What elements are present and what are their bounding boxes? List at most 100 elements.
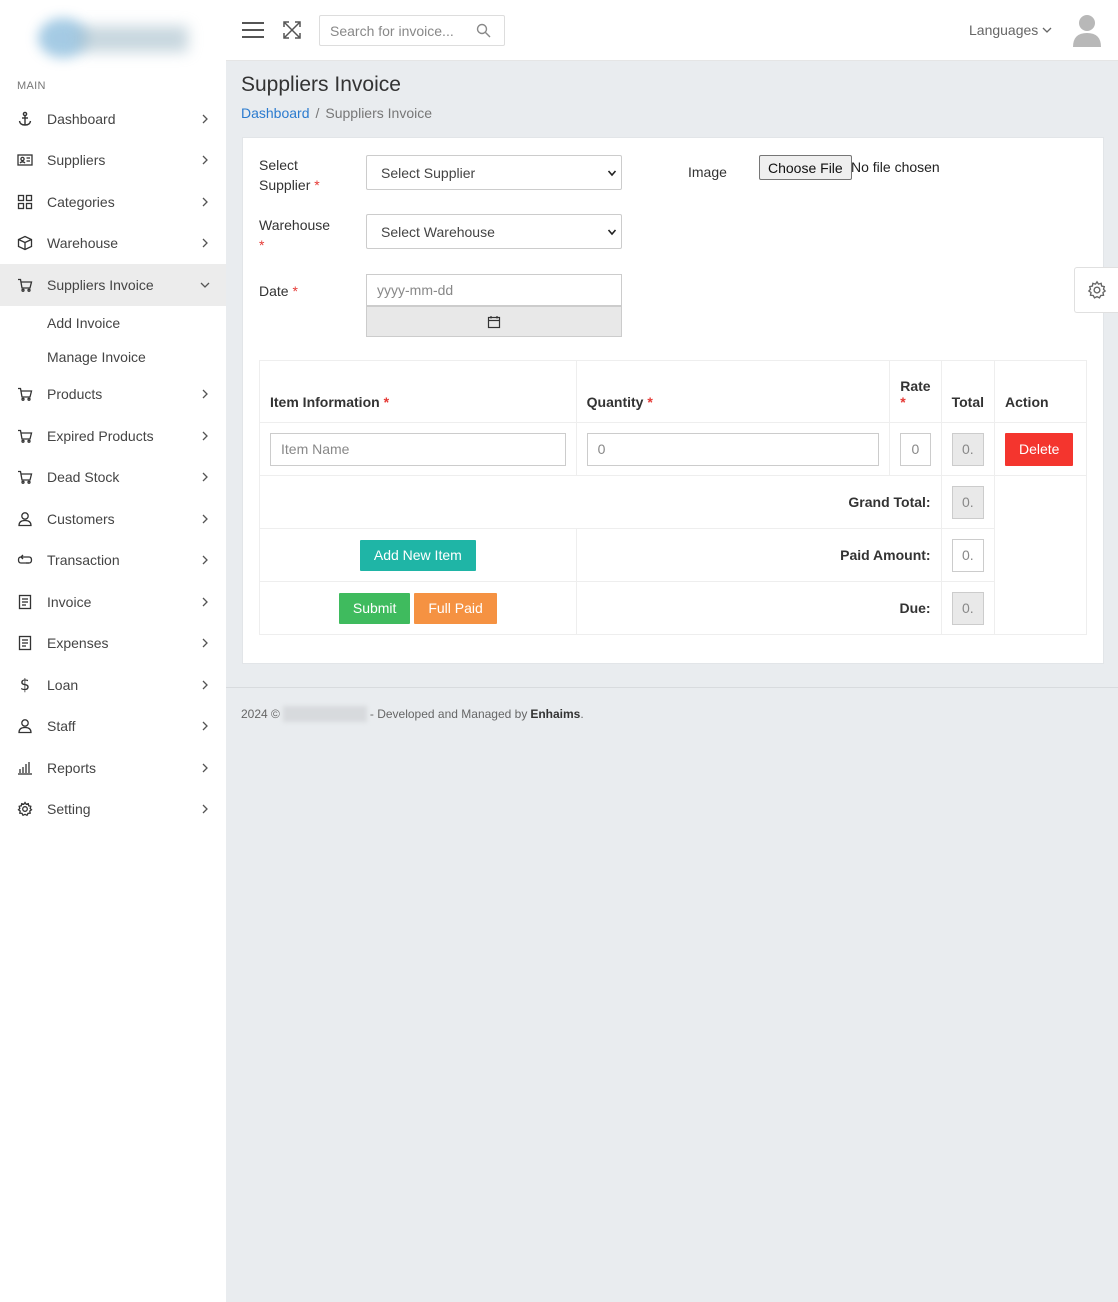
rate-input[interactable]: 0 xyxy=(900,432,931,466)
sidebar-subitem-manage-invoice[interactable]: Manage Invoice xyxy=(0,340,226,374)
search-icon[interactable] xyxy=(476,23,491,38)
sidebar-item-reports[interactable]: Reports xyxy=(0,747,226,789)
document-icon xyxy=(16,634,34,652)
footer-text: - Developed and Managed by xyxy=(369,707,528,721)
add-new-item-button[interactable]: Add New Item xyxy=(359,539,476,571)
sidebar-item-suppliers[interactable]: Suppliers xyxy=(0,140,226,182)
dollar-icon: $ xyxy=(19,675,31,695)
footer-year: 2024 © xyxy=(241,707,280,721)
sidebar-item-suppliers-invoice[interactable]: Suppliers Invoice xyxy=(0,264,226,306)
chevron-right-icon xyxy=(202,514,208,524)
chevron-right-icon xyxy=(202,721,208,731)
search-box[interactable] xyxy=(319,15,505,46)
sidebar-item-customers[interactable]: Customers xyxy=(0,498,226,540)
sidebar-item-label: Customers xyxy=(47,510,115,527)
grid-icon xyxy=(16,193,34,211)
quantity-input[interactable]: 0 xyxy=(586,432,880,466)
sidebar-subitem-add-invoice[interactable]: Add Invoice xyxy=(0,306,226,340)
due-label: Due: xyxy=(575,581,942,635)
gear-icon xyxy=(1087,280,1106,299)
image-label: Image xyxy=(688,164,727,180)
breadcrumb-home-link[interactable]: Dashboard xyxy=(241,105,310,121)
settings-panel-toggle[interactable] xyxy=(1074,267,1118,313)
warehouse-select[interactable]: Select Warehouse xyxy=(366,214,622,249)
sidebar-item-label: Staff xyxy=(47,718,76,735)
due-row: Submit Full Paid Due: 0. xyxy=(259,581,1087,635)
sidebar-item-expenses[interactable]: Expenses xyxy=(0,623,226,665)
sidebar: MAIN Dashboard Suppliers Categories Ware… xyxy=(0,0,226,1302)
sidebar-item-label: Suppliers xyxy=(47,152,106,169)
gear-icon xyxy=(16,800,34,818)
sidebar-item-dead-stock[interactable]: Dead Stock xyxy=(0,457,226,499)
sidebar-item-staff[interactable]: Staff xyxy=(0,706,226,748)
sidebar-item-label: Transaction xyxy=(47,552,120,569)
grand-total-row: Grand Total: 0. xyxy=(259,475,1087,635)
sidebar-item-label: Expenses xyxy=(47,635,109,652)
id-card-icon xyxy=(16,151,34,169)
date-input[interactable] xyxy=(366,274,622,306)
document-icon xyxy=(16,593,34,611)
cart-icon xyxy=(16,276,34,294)
full-paid-button[interactable]: Full Paid xyxy=(414,592,497,624)
search-input[interactable] xyxy=(330,22,470,39)
chevron-right-icon xyxy=(202,238,208,248)
header-total: Total xyxy=(940,360,996,423)
grand-total-label: Grand Total: xyxy=(259,475,942,529)
sidebar-item-products[interactable]: Products xyxy=(0,374,226,416)
breadcrumb: Dashboard / Suppliers Invoice xyxy=(241,105,432,121)
supplier-select[interactable]: Select Supplier xyxy=(366,155,622,190)
chevron-right-icon xyxy=(202,114,208,124)
sidebar-item-invoice[interactable]: Invoice xyxy=(0,581,226,623)
paid-amount-input[interactable]: 0. xyxy=(951,538,984,572)
chevron-right-icon xyxy=(202,555,208,565)
sidebar-item-label: Warehouse xyxy=(47,235,119,252)
submit-button[interactable]: Submit xyxy=(338,592,411,624)
sidebar-item-label: Loan xyxy=(47,676,79,693)
sidebar-item-label: Expired Products xyxy=(47,427,154,444)
anchor-icon xyxy=(16,110,34,128)
sidebar-item-label: Categories xyxy=(47,193,115,210)
footer-period: . xyxy=(580,707,584,721)
chevron-right-icon xyxy=(202,804,208,814)
delete-button[interactable]: Delete xyxy=(1005,432,1074,466)
items-table: Item Information * Quantity * Rate * Tota… xyxy=(259,360,1087,635)
sidebar-item-transaction[interactable]: Transaction xyxy=(0,540,226,582)
calendar-button[interactable] xyxy=(366,306,622,337)
warehouse-select-value: Select Warehouse xyxy=(381,223,495,240)
sidebar-item-label: Invoice xyxy=(47,593,92,610)
choose-file-button[interactable]: Choose File xyxy=(759,155,852,180)
sidebar-item-warehouse[interactable]: Warehouse xyxy=(0,223,226,265)
chevron-right-icon xyxy=(202,680,208,690)
chevron-right-icon xyxy=(202,155,208,165)
sidebar-item-dashboard[interactable]: Dashboard xyxy=(0,98,226,140)
footer-company[interactable]: Enhaims xyxy=(530,707,580,721)
sidebar-item-categories[interactable]: Categories xyxy=(0,181,226,223)
fullscreen-icon[interactable] xyxy=(281,19,303,41)
chevron-right-icon xyxy=(202,763,208,773)
menu-icon[interactable] xyxy=(241,20,265,40)
warehouse-label: Warehouse * xyxy=(259,217,331,253)
languages-dropdown[interactable]: Languages xyxy=(969,22,1052,38)
item-name-input[interactable]: Item Name xyxy=(270,432,566,466)
table-row: Item Name 0 0 0. Delete xyxy=(259,422,1087,476)
breadcrumb-separator: / xyxy=(315,105,320,121)
sidebar-item-loan[interactable]: $ Loan xyxy=(0,664,226,706)
bar-chart-icon xyxy=(16,759,34,777)
chevron-down-icon xyxy=(1042,27,1052,33)
calendar-icon xyxy=(487,315,501,328)
header-quantity: Quantity * xyxy=(575,360,891,423)
chevron-right-icon xyxy=(202,431,208,441)
footer: 2024 © - Developed and Managed by Enhaim… xyxy=(241,706,584,722)
supplier-select-value: Select Supplier xyxy=(381,164,476,181)
date-label: Date * xyxy=(259,283,298,299)
logo[interactable] xyxy=(0,0,226,62)
chevron-right-icon xyxy=(202,638,208,648)
sidebar-item-expired-products[interactable]: Expired Products xyxy=(0,415,226,457)
supplier-label: Select Supplier * xyxy=(259,157,320,193)
avatar-icon[interactable] xyxy=(1072,13,1102,47)
sidebar-item-label: Dead Stock xyxy=(47,469,120,486)
sidebar-item-setting[interactable]: Setting xyxy=(0,789,226,831)
chevron-down-icon xyxy=(607,170,617,177)
chevron-down-icon xyxy=(200,282,210,288)
chevron-right-icon xyxy=(202,472,208,482)
